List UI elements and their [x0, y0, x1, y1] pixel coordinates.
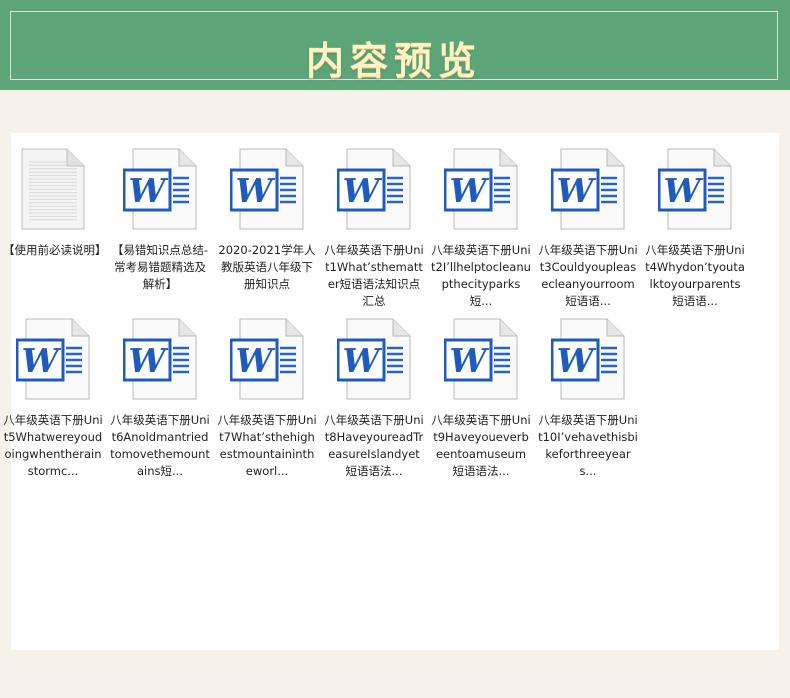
file-name: 八年级英语下册Unit4Whydon’tyoutalktoyourparents…: [645, 243, 745, 308]
header-frame: 内容预览: [10, 11, 778, 83]
file-name: 【易错知识点总结-常考易错题精选及解析】: [111, 243, 209, 291]
svg-text:W: W: [128, 341, 168, 380]
word-document-icon: W: [108, 148, 212, 234]
word-document-icon: W: [108, 318, 212, 404]
svg-text:W: W: [342, 171, 382, 210]
svg-text:W: W: [663, 171, 703, 210]
svg-text:W: W: [556, 171, 596, 210]
file-item[interactable]: W 2020-2021学年人教版英语八年级下册知识点: [215, 148, 319, 293]
file-name: 八年级英语下册Unit9Haveyoueverbeentoamuseum短语语法…: [431, 413, 531, 478]
file-item[interactable]: W 八年级英语下册Unit5Whatwereyoudoingwhentherain…: [1, 318, 105, 480]
svg-text:W: W: [449, 341, 489, 380]
file-preview-panel: 【使用前必读说明】 W 【易错知识点总结-常考易错题精选及解析】 W 2020-2021…: [3, 133, 779, 650]
word-document-icon: W: [643, 148, 747, 234]
file-item[interactable]: W 八年级英语下册Unit2I’llhelptocleanupthecitypar…: [429, 148, 533, 310]
file-name: 【使用前必读说明】: [3, 243, 107, 257]
word-document-icon: W: [215, 318, 319, 404]
file-item[interactable]: W 八年级英语下册Unit8HaveyoureadTreasureIslandye…: [322, 318, 426, 480]
file-name: 八年级英语下册Unit1What’sthematter短语语法知识点汇总: [324, 243, 424, 308]
file-item[interactable]: W 【易错知识点总结-常考易错题精选及解析】: [108, 148, 212, 293]
word-document-icon: W: [322, 148, 426, 234]
file-item[interactable]: W 八年级英语下册Unit4Whydon’tyoutalktoyourparent…: [643, 148, 747, 310]
file-item[interactable]: W 八年级英语下册Unit1What’sthematter短语语法知识点汇总: [322, 148, 426, 310]
file-name: 八年级英语下册Unit3Couldyoupleasecleanyourroom短…: [538, 243, 638, 308]
file-name: 八年级英语下册Unit2I’llhelptocleanupthecitypark…: [431, 243, 531, 308]
svg-text:W: W: [21, 341, 61, 380]
file-item[interactable]: W 八年级英语下册Unit10I’vehavethisbikeforthreeye…: [536, 318, 640, 480]
word-document-icon: W: [215, 148, 319, 234]
file-name: 八年级英语下册Unit5Whatwereyoudoingwhentherains…: [3, 413, 103, 478]
word-document-icon: W: [536, 148, 640, 234]
svg-text:W: W: [342, 341, 382, 380]
file-item[interactable]: W 八年级英语下册Unit9Haveyoueverbeentoamuseum短语语…: [429, 318, 533, 480]
svg-text:W: W: [449, 171, 489, 210]
word-document-icon: W: [322, 318, 426, 404]
svg-text:W: W: [235, 171, 275, 210]
file-name: 2020-2021学年人教版英语八年级下册知识点: [218, 243, 316, 291]
file-item[interactable]: W 八年级英语下册Unit7What’sthehighestmountainint…: [215, 318, 319, 480]
file-item[interactable]: W 八年级英语下册Unit6Anoldmantriedtomovethemount…: [108, 318, 212, 480]
svg-text:W: W: [556, 341, 596, 380]
file-name: 八年级英语下册Unit10I’vehavethisbikeforthreeyea…: [538, 413, 638, 478]
file-name: 八年级英语下册Unit8HaveyoureadTreasureIslandyet…: [324, 413, 424, 478]
svg-text:W: W: [235, 341, 275, 380]
svg-text:W: W: [128, 171, 168, 210]
text-document-icon: [1, 148, 105, 234]
header-banner: 内容预览: [0, 0, 790, 90]
file-name: 八年级英语下册Unit6Anoldmantriedtomovethemounta…: [110, 413, 210, 478]
file-name: 八年级英语下册Unit7What’sthehighestmountaininth…: [217, 413, 317, 478]
word-document-icon: W: [429, 148, 533, 234]
page-title: 内容预览: [305, 38, 482, 83]
file-item[interactable]: 【使用前必读说明】: [1, 148, 107, 259]
file-item[interactable]: W 八年级英语下册Unit3Couldyoupleasecleanyourroom…: [536, 148, 640, 310]
word-document-icon: W: [536, 318, 640, 404]
word-document-icon: W: [429, 318, 533, 404]
word-document-icon: W: [1, 318, 105, 404]
